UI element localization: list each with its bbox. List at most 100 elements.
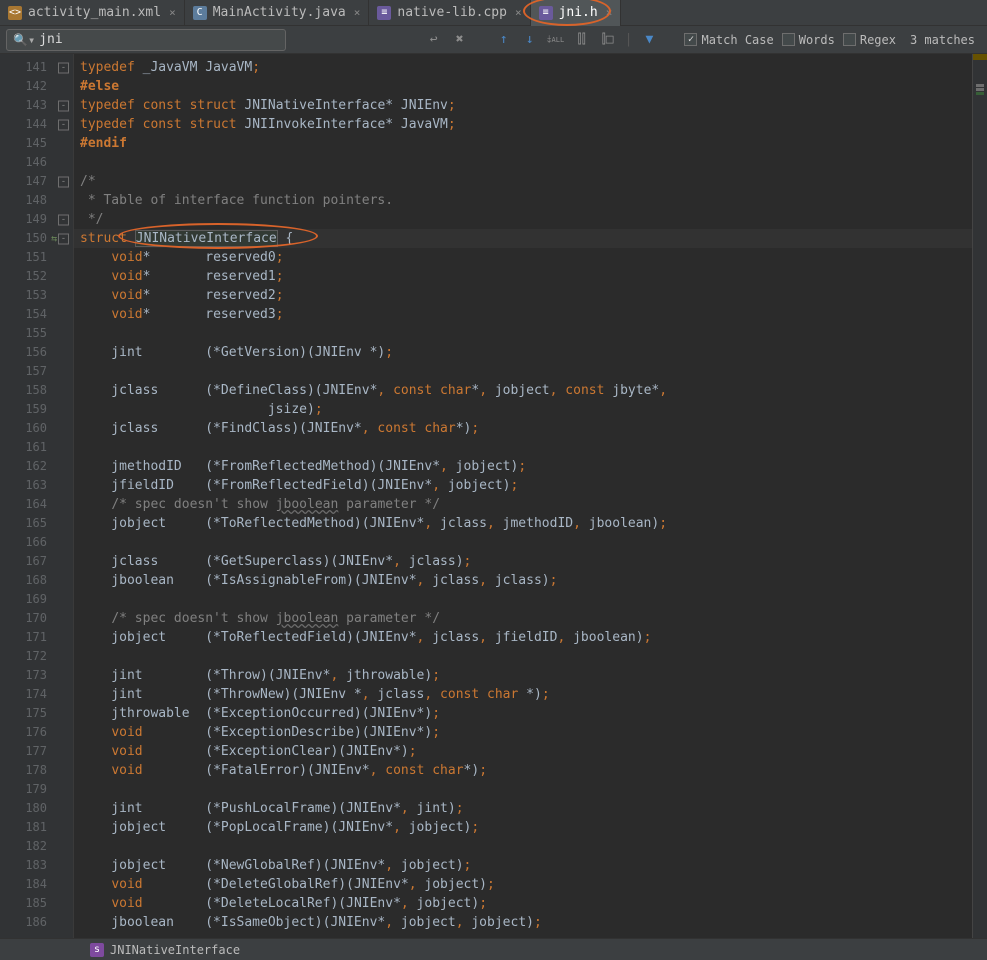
code-line[interactable] (80, 837, 972, 856)
code-line[interactable] (80, 590, 972, 609)
code-line[interactable]: jsize); (80, 400, 972, 419)
code-line[interactable]: jobject (*NewGlobalRef)(JNIEnv*, jobject… (80, 856, 972, 875)
line-number[interactable]: 183 (0, 856, 73, 875)
line-number[interactable]: 155 (0, 324, 73, 343)
line-number[interactable]: 165 (0, 514, 73, 533)
code-line[interactable]: /* spec doesn't show jboolean parameter … (80, 495, 972, 514)
fold-toggle-icon[interactable]: - (58, 119, 69, 130)
code-line[interactable]: jboolean (*IsSameObject)(JNIEnv*, jobjec… (80, 913, 972, 932)
code-line[interactable]: void (*FatalError)(JNIEnv*, const char*)… (80, 761, 972, 780)
line-number[interactable]: 175 (0, 704, 73, 723)
line-number[interactable]: 158 (0, 381, 73, 400)
line-number[interactable]: 174 (0, 685, 73, 704)
regex-checkbox[interactable]: Regex (843, 33, 896, 47)
code-line[interactable] (80, 324, 972, 343)
code-line[interactable]: void (*ExceptionClear)(JNIEnv*); (80, 742, 972, 761)
code-line[interactable]: jfieldID (*FromReflectedField)(JNIEnv*, … (80, 476, 972, 495)
close-tab-icon[interactable]: × (606, 6, 613, 19)
code-line[interactable] (80, 362, 972, 381)
line-number[interactable]: 172 (0, 647, 73, 666)
line-number[interactable]: 162 (0, 457, 73, 476)
gutter[interactable]: 141-142143-144-145146147-148149-150-⇆151… (0, 54, 74, 938)
match-case-checkbox[interactable]: Match Case (684, 33, 773, 47)
code-line[interactable] (80, 533, 972, 552)
line-number[interactable]: 177 (0, 742, 73, 761)
code-line[interactable]: #else (80, 77, 972, 96)
line-number[interactable]: 147- (0, 172, 73, 191)
line-number[interactable]: 169 (0, 590, 73, 609)
prev-occurrence-icon[interactable]: ↑ (495, 31, 513, 49)
code-line[interactable]: jmethodID (*FromReflectedMethod)(JNIEnv*… (80, 457, 972, 476)
editor-tab-activity_main-xml[interactable]: <>activity_main.xml× (0, 0, 185, 26)
line-number[interactable]: 156 (0, 343, 73, 362)
line-number[interactable]: 159 (0, 400, 73, 419)
line-number[interactable]: 171 (0, 628, 73, 647)
code-line[interactable] (80, 438, 972, 457)
breadcrumb-text[interactable]: JNINativeInterface (110, 943, 240, 957)
code-line[interactable]: jobject (*ToReflectedField)(JNIEnv*, jcl… (80, 628, 972, 647)
code-line[interactable]: jint (*GetVersion)(JNIEnv *); (80, 343, 972, 362)
multiline-icon[interactable]: ⫿□ (599, 31, 617, 49)
line-number[interactable]: 150-⇆ (0, 229, 73, 248)
line-number[interactable]: 179 (0, 780, 73, 799)
line-number[interactable]: 178 (0, 761, 73, 780)
next-occurrence-icon[interactable]: ↓ (521, 31, 539, 49)
find-scope-icon[interactable]: ⫿⫿ (573, 31, 591, 49)
words-checkbox[interactable]: Words (782, 33, 835, 47)
code-line[interactable]: void (*DeleteLocalRef)(JNIEnv*, jobject)… (80, 894, 972, 913)
code-line[interactable]: jclass (*GetSuperclass)(JNIEnv*, jclass)… (80, 552, 972, 571)
code-line[interactable] (80, 780, 972, 799)
code-line[interactable]: void* reserved1; (80, 267, 972, 286)
line-number[interactable]: 151 (0, 248, 73, 267)
code-line[interactable]: #endif (80, 134, 972, 153)
code-line[interactable]: void* reserved3; (80, 305, 972, 324)
error-stripe[interactable] (973, 54, 987, 938)
prev-change-icon[interactable]: ↩ (425, 31, 443, 49)
line-number[interactable]: 161 (0, 438, 73, 457)
filter-icon[interactable]: ▼ (640, 31, 658, 49)
line-number[interactable]: 186 (0, 913, 73, 932)
line-number[interactable]: 167 (0, 552, 73, 571)
code-line[interactable]: jint (*ThrowNew)(JNIEnv *, jclass, const… (80, 685, 972, 704)
code-line[interactable]: jboolean (*IsAssignableFrom)(JNIEnv*, jc… (80, 571, 972, 590)
line-number[interactable]: 176 (0, 723, 73, 742)
line-number[interactable]: 144- (0, 115, 73, 134)
line-number[interactable]: 148 (0, 191, 73, 210)
line-number[interactable]: 146 (0, 153, 73, 172)
line-number[interactable]: 164 (0, 495, 73, 514)
line-number[interactable]: 181 (0, 818, 73, 837)
line-number[interactable]: 182 (0, 837, 73, 856)
fold-toggle-icon[interactable]: - (58, 214, 69, 225)
code-line[interactable]: void* reserved2; (80, 286, 972, 305)
code-line[interactable]: */ (80, 210, 972, 229)
line-number[interactable]: 168 (0, 571, 73, 590)
line-number[interactable]: 160 (0, 419, 73, 438)
code-view[interactable]: typedef _JavaVM JavaVM;#elsetypedef cons… (74, 54, 973, 938)
code-line[interactable]: void* reserved0; (80, 248, 972, 267)
line-number[interactable]: 185 (0, 894, 73, 913)
line-number[interactable]: 180 (0, 799, 73, 818)
close-tab-icon[interactable]: × (354, 6, 361, 19)
line-number[interactable]: 149- (0, 210, 73, 229)
close-tab-icon[interactable]: × (515, 6, 522, 19)
editor-tab-jni-h[interactable]: ≡jni.h× (531, 0, 622, 26)
code-line[interactable]: /* spec doesn't show jboolean parameter … (80, 609, 972, 628)
close-find-icon[interactable]: ✖ (451, 31, 469, 49)
select-all-icon[interactable]: ⤈ALL (547, 31, 565, 49)
code-line[interactable]: jclass (*FindClass)(JNIEnv*, const char*… (80, 419, 972, 438)
line-number[interactable]: 173 (0, 666, 73, 685)
fold-toggle-icon[interactable]: - (58, 176, 69, 187)
line-number[interactable]: 152 (0, 267, 73, 286)
line-number[interactable]: 166 (0, 533, 73, 552)
fold-toggle-icon[interactable]: - (58, 62, 69, 73)
close-tab-icon[interactable]: × (169, 6, 176, 19)
line-number[interactable]: 163 (0, 476, 73, 495)
code-line[interactable]: void (*ExceptionDescribe)(JNIEnv*); (80, 723, 972, 742)
code-line[interactable]: jobject (*PopLocalFrame)(JNIEnv*, jobjec… (80, 818, 972, 837)
code-line[interactable]: typedef const struct JNIInvokeInterface*… (80, 115, 972, 134)
line-number[interactable]: 184 (0, 875, 73, 894)
line-number[interactable]: 157 (0, 362, 73, 381)
editor-tab-MainActivity-java[interactable]: CMainActivity.java× (185, 0, 370, 26)
code-line[interactable]: /* (80, 172, 972, 191)
line-number[interactable]: 154 (0, 305, 73, 324)
